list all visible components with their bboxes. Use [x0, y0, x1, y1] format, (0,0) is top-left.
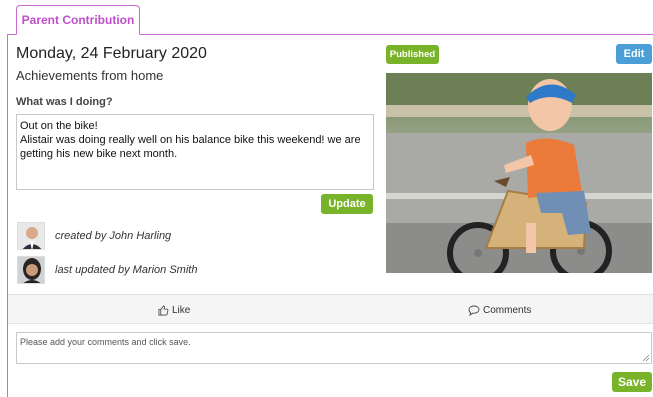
entry-date: Monday, 24 February 2020	[16, 45, 207, 62]
like-label: Like	[172, 304, 191, 316]
comment-input[interactable]: Please add your comments and click save.	[16, 332, 652, 364]
comments-label: Comments	[483, 304, 532, 316]
save-button[interactable]: Save	[612, 372, 652, 392]
action-bar: Like Comments	[8, 294, 653, 324]
thumbs-up-icon	[158, 305, 169, 315]
avatar	[17, 256, 45, 284]
update-button[interactable]: Update	[321, 194, 373, 214]
section-label: What was I doing?	[16, 96, 113, 108]
edit-button[interactable]: Edit	[616, 44, 652, 64]
status-badge: Published	[386, 45, 439, 64]
resize-handle-icon[interactable]	[642, 354, 650, 362]
updater-row: last updated by Marion Smith	[17, 256, 197, 284]
created-by-text: created by John Harling	[55, 230, 172, 242]
entry-text-field[interactable]: Out on the bike! Alistair was doing real…	[16, 114, 374, 190]
comments-button[interactable]: Comments	[468, 295, 531, 325]
entry-title: Achievements from home	[16, 68, 164, 83]
like-button[interactable]: Like	[158, 295, 190, 325]
speech-bubble-icon	[468, 305, 480, 316]
creator-row: created by John Harling	[17, 222, 171, 250]
tab-parent-contribution[interactable]: Parent Contribution	[16, 5, 140, 35]
avatar	[17, 222, 45, 250]
updated-by-text: last updated by Marion Smith	[55, 264, 198, 276]
entry-photo	[386, 73, 652, 273]
comment-placeholder: Please add your comments and click save.	[20, 337, 191, 347]
